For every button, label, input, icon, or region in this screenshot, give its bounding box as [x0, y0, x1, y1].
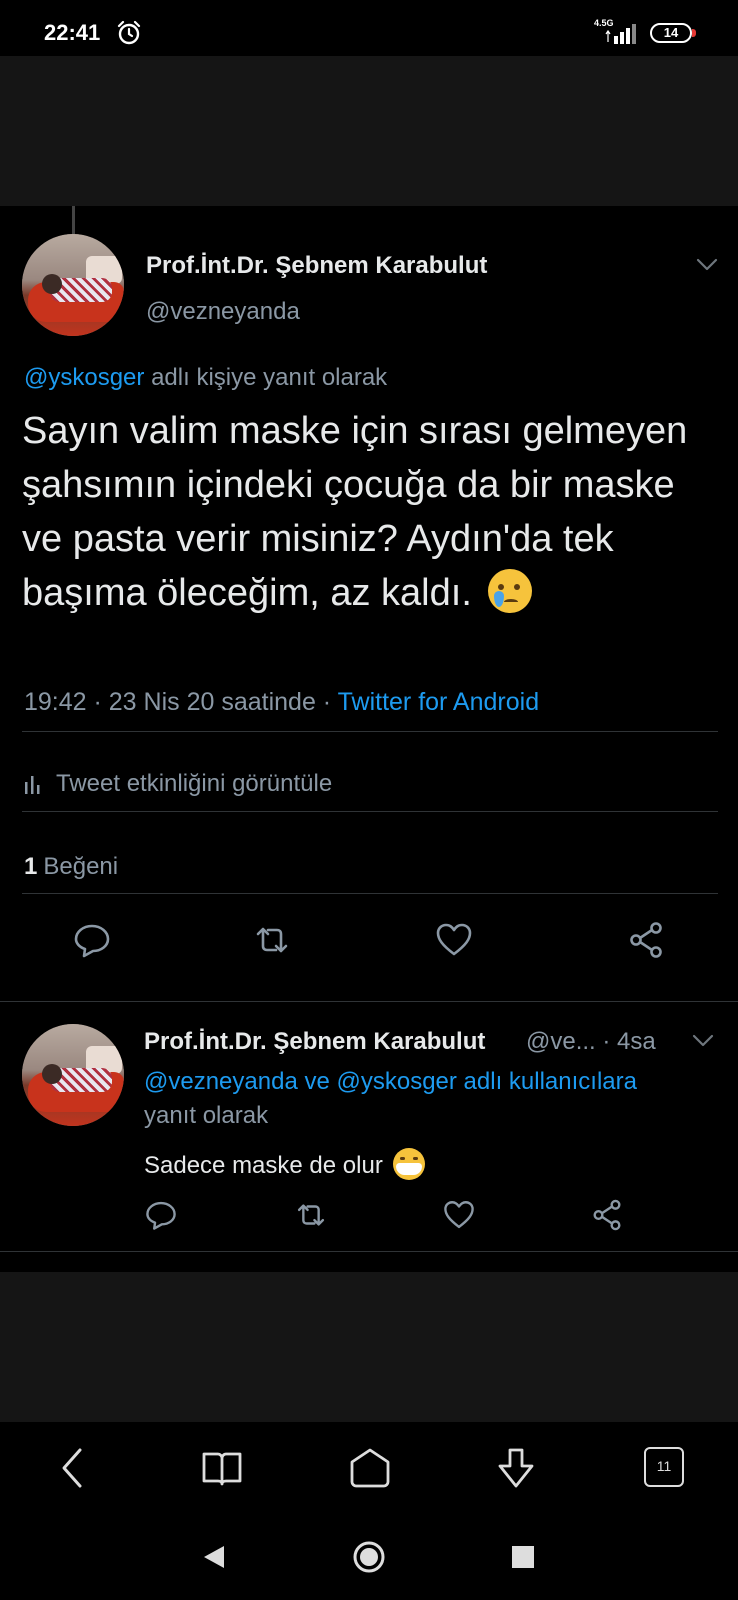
reply-button[interactable] [72, 920, 112, 960]
retweet-icon [297, 1204, 325, 1226]
tweet-activity-label: Tweet etkinliğini görüntüle [56, 770, 333, 797]
share-icon [630, 922, 662, 958]
reply-like-button[interactable] [442, 1198, 476, 1232]
tweet-activity-link[interactable]: Tweet etkinliğini görüntüle [24, 770, 332, 798]
section-separator [0, 1001, 738, 1002]
top-overlay-panel [0, 56, 738, 206]
alarm-icon [117, 20, 141, 45]
crying-face-emoji [488, 569, 533, 613]
divider [22, 893, 718, 894]
status-bar: 22:41 4.5G 14 [0, 0, 738, 56]
reply-age: · 4sa [595, 1028, 656, 1055]
tweet-time: 19:42 [24, 688, 87, 716]
reply-replying-to-tail: yanıt olarak [144, 1102, 269, 1129]
section-separator [0, 1251, 738, 1252]
bookmarks-icon[interactable] [200, 1446, 244, 1490]
tweet-meta: 19:42 · 23 Nis 20 saatinde · Twitter for… [24, 688, 539, 717]
retweet-icon [256, 927, 288, 953]
author-handle[interactable]: @vezneyanda [146, 298, 300, 326]
tweet-text-body: Sayın valim maske için sırası gelmeyen ş… [22, 410, 688, 614]
reply-author-handle: @ve... · 4sa [526, 1028, 656, 1056]
reply-text: Sadece maske de olur [144, 1148, 426, 1180]
reply-share-button[interactable] [590, 1198, 624, 1232]
tweet-source-link[interactable]: Twitter for Android [338, 688, 539, 716]
tweet-text: Sayın valim maske için sırası gelmeyen ş… [22, 404, 712, 620]
reply-reply-button[interactable] [144, 1198, 178, 1232]
bottom-overlay-panel [0, 1272, 738, 1422]
status-time: 22:41 [44, 20, 101, 45]
heart-icon [436, 923, 472, 956]
author-name[interactable]: Prof.İnt.Dr. Şebnem Karabulut [146, 252, 487, 280]
system-home-icon[interactable] [352, 1540, 386, 1574]
retweet-button[interactable] [252, 920, 292, 960]
like-button[interactable] [434, 920, 474, 960]
reply-icon [146, 1201, 176, 1230]
analytics-bars-icon [25, 776, 40, 794]
replying-to-handle-link[interactable]: @yskosger [24, 364, 144, 391]
reply-author-name[interactable]: Prof.İnt.Dr. Şebnem Karabulut [144, 1028, 485, 1056]
replying-to-line: @yskosger adlı kişiye yanıt olarak [24, 364, 387, 392]
heart-icon [444, 1201, 474, 1229]
back-icon[interactable] [52, 1446, 96, 1490]
home-icon[interactable] [348, 1446, 392, 1490]
system-back-icon[interactable] [202, 1544, 226, 1570]
share-button[interactable] [626, 920, 666, 960]
likes-number: 1 [24, 853, 38, 880]
reply-handle-truncated[interactable]: @ve... [526, 1028, 596, 1055]
reply-chevron-down-icon[interactable] [692, 1034, 714, 1048]
replying-to-suffix: adlı kişiye yanıt olarak [144, 364, 388, 391]
download-icon[interactable] [494, 1446, 538, 1490]
tweet-date: · 23 Nis 20 saatinde · [86, 688, 338, 716]
likes-count[interactable]: 1 Beğeni [24, 853, 118, 881]
system-recents-icon[interactable] [512, 1546, 534, 1568]
likes-label: Beğeni [43, 853, 119, 880]
reply-text-body: Sadece maske de olur [144, 1152, 383, 1179]
reply-icon [74, 924, 110, 958]
thread-connector [72, 206, 75, 234]
divider [22, 731, 718, 732]
face-with-mask-emoji [393, 1148, 426, 1180]
share-icon [593, 1199, 621, 1231]
reply-replying-to-links[interactable]: @vezneyanda ve @yskosger adlı kullanıcıl… [144, 1068, 637, 1096]
reply-avatar[interactable] [22, 1024, 124, 1126]
signal-icon [605, 24, 636, 44]
chevron-down-icon[interactable] [696, 258, 718, 272]
battery-icon: 14 [650, 23, 696, 43]
divider [22, 811, 718, 812]
reply-retweet-button[interactable] [294, 1198, 328, 1232]
avatar[interactable] [22, 234, 124, 336]
tabs-icon[interactable]: 11 [644, 1447, 684, 1487]
